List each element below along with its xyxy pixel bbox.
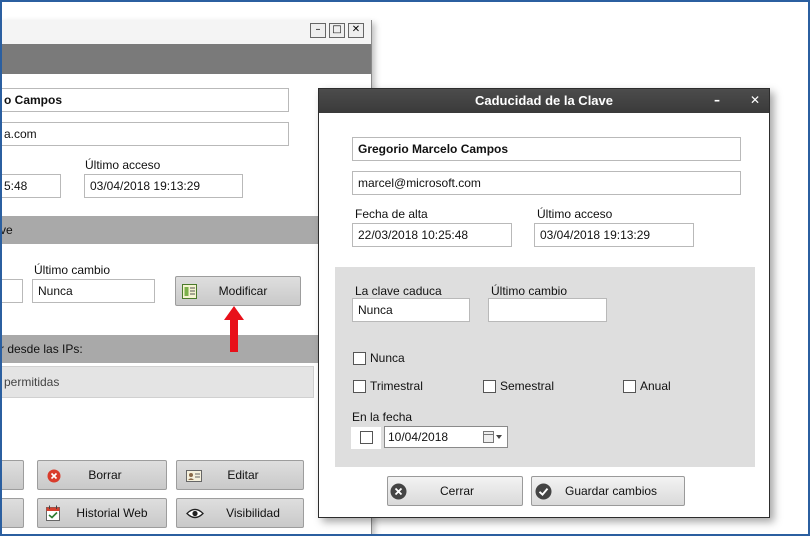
maximize-icon[interactable]: □ [329, 23, 345, 38]
delete-button[interactable]: Borrar [37, 460, 167, 490]
calendar-dropdown-icon [483, 431, 502, 443]
dialog-email-field[interactable]: marcel@microsoft.com [352, 171, 741, 195]
calendar-icon [46, 505, 60, 521]
on-date-label: En la fecha [352, 410, 413, 424]
last-access-field[interactable]: 03/04/2018 19:13:29 [84, 174, 243, 198]
date-picker[interactable]: 10/04/2018 [384, 426, 508, 448]
expiry-options-group: La clave caduca Último cambio Nunca Nunc… [335, 267, 755, 467]
password-expiry-dialog: Caducidad de la Clave – ✕ Gregorio Marce… [318, 88, 770, 518]
delete-icon [47, 469, 61, 483]
dialog-title: Caducidad de la Clave [475, 93, 613, 108]
red-arrow-pointer [224, 306, 244, 352]
password-section-band: ve [0, 216, 371, 244]
email-field[interactable]: a.com [0, 122, 289, 146]
last-change-field[interactable]: Nunca [32, 279, 155, 303]
close-button[interactable]: Cerrar [387, 476, 523, 506]
save-changes-button-label: Guardar cambios [565, 484, 658, 498]
close-button-label: Cerrar [440, 484, 475, 498]
check-circle-icon [535, 483, 552, 500]
form-icon [182, 284, 197, 299]
biannual-checkbox[interactable] [483, 380, 496, 393]
allowed-ips-field[interactable]: permitidas [0, 366, 314, 398]
modify-button-label: Modificar [218, 284, 268, 298]
name-field[interactable]: o Campos [0, 88, 289, 112]
annual-checkbox[interactable] [623, 380, 636, 393]
on-date-checkbox-cell [351, 427, 381, 449]
close-circle-icon [390, 483, 407, 500]
edit-button[interactable]: Editar [176, 460, 304, 490]
expires-label: La clave caduca [355, 284, 442, 298]
ips-section-band: r desde las IPs: [0, 335, 371, 363]
last-access-label: Último acceso [85, 158, 161, 172]
signup-date-field[interactable]: 22/03/2018 10:25:48 [352, 223, 512, 247]
visibility-button-label: Visibilidad [226, 506, 280, 520]
dialog-last-change-label: Último cambio [491, 284, 568, 298]
web-history-button[interactable]: Historial Web [37, 498, 167, 528]
signup-field[interactable]: 5:48 [0, 174, 61, 198]
quarterly-label: Trimestral [370, 379, 423, 393]
date-picker-value: 10/04/2018 [388, 430, 449, 444]
partial-left-button-1[interactable] [0, 460, 24, 490]
close-icon[interactable]: ✕ [348, 23, 364, 38]
dialog-last-access-label: Último acceso [537, 207, 613, 221]
minimize-icon[interactable]: – [310, 23, 326, 38]
on-date-checkbox[interactable] [360, 431, 373, 444]
save-changes-button[interactable]: Guardar cambios [531, 476, 685, 506]
partial-left-button-2[interactable] [0, 498, 24, 528]
modify-button[interactable]: Modificar [175, 276, 301, 306]
dialog-title-bar: Caducidad de la Clave – ✕ [319, 89, 769, 113]
window-title-bar: – □ ✕ [0, 20, 371, 44]
quarterly-checkbox[interactable] [353, 380, 366, 393]
expires-field[interactable] [0, 279, 23, 303]
expires-field[interactable]: Nunca [352, 298, 470, 322]
signup-date-label: Fecha de alta [355, 207, 428, 221]
dialog-name-field[interactable]: Gregorio Marcelo Campos [352, 137, 741, 161]
annual-label: Anual [640, 379, 671, 393]
dialog-last-access-field[interactable]: 03/04/2018 19:13:29 [534, 223, 694, 247]
id-card-icon [186, 470, 202, 482]
never-checkbox[interactable] [353, 352, 366, 365]
eye-icon [186, 508, 204, 519]
user-details-window: – □ ✕ o Campos a.com Último acceso 5:48 … [0, 20, 372, 536]
visibility-button[interactable]: Visibilidad [176, 498, 304, 528]
window-header-band [0, 44, 371, 74]
last-change-label: Último cambio [34, 263, 111, 277]
edit-button-label: Editar [227, 468, 259, 482]
dialog-last-change-field[interactable] [488, 298, 607, 322]
biannual-label: Semestral [500, 379, 555, 393]
delete-button-label: Borrar [88, 468, 122, 482]
minimize-icon[interactable]: – [709, 92, 725, 108]
web-history-button-label: Historial Web [76, 506, 148, 520]
never-label: Nunca [370, 351, 405, 365]
close-icon[interactable]: ✕ [747, 92, 763, 108]
